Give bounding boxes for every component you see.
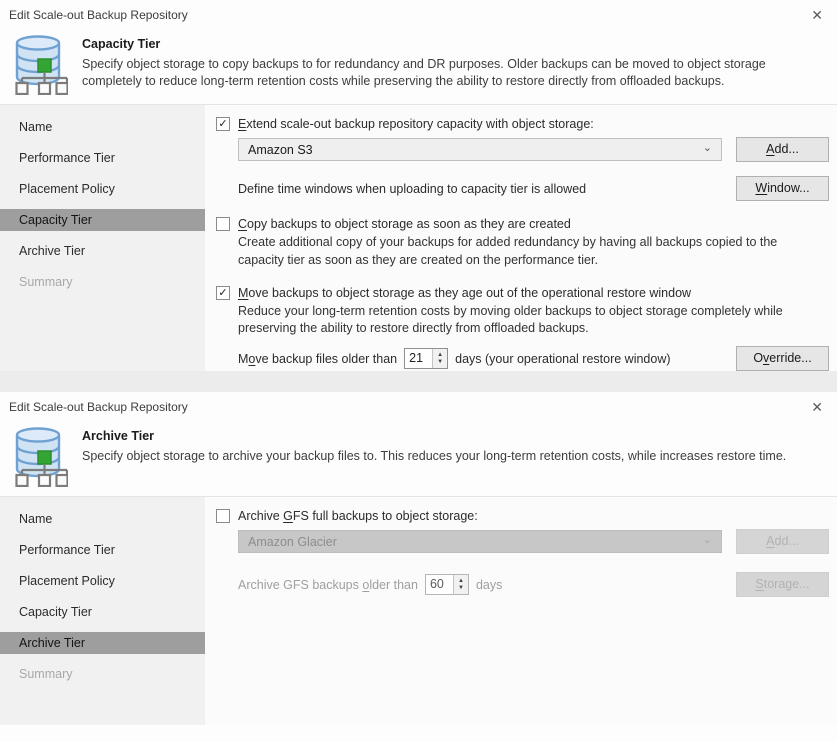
move-days-label: Move backup files older than (238, 352, 397, 366)
override-button[interactable]: Override... (736, 346, 829, 371)
chevron-down-icon: ⌄ (703, 141, 712, 154)
archive-days-value: 60 (426, 575, 453, 594)
sidebar-item-summary: Summary (0, 663, 205, 685)
add-button[interactable]: Add... (736, 137, 829, 162)
copy-backups-description: Create additional copy of your backups f… (216, 234, 806, 270)
object-storage-value: Amazon S3 (248, 143, 313, 157)
archive-days-label: Archive GFS backups older than (238, 578, 418, 592)
extend-capacity-checkbox-row[interactable]: ✓ Extend scale-out backup repository cap… (216, 117, 829, 131)
wizard-header: Capacity Tier Specify object storage to … (0, 30, 837, 104)
extend-capacity-checkbox[interactable]: ✓ (216, 117, 230, 131)
move-backups-description: Reduce your long-term retention costs by… (216, 303, 806, 339)
wizard-header: Archive Tier Specify object storage to a… (0, 422, 837, 496)
capacity-tier-panel: ✓ Extend scale-out backup repository cap… (205, 105, 837, 371)
step-title: Capacity Tier (82, 37, 823, 51)
move-days-stepper[interactable]: 21 ▲ ▼ (404, 348, 448, 369)
archive-storage-select: Amazon Glacier ⌄ (238, 530, 722, 553)
sidebar-item-capacity-tier[interactable]: Capacity Tier (0, 209, 205, 231)
scale-out-repository-icon (7, 425, 69, 487)
dialog-capacity-tier: Edit Scale-out Backup Repository ✕ Capac… (0, 0, 837, 392)
sidebar-item-name[interactable]: Name (0, 116, 205, 138)
sidebar-item-capacity-tier[interactable]: Capacity Tier (0, 601, 205, 623)
archive-storage-row: Amazon Glacier ⌄ Add... (216, 529, 829, 554)
sidebar-item-performance-tier[interactable]: Performance Tier (0, 539, 205, 561)
move-backups-label: Move backups to object storage as they a… (238, 286, 691, 300)
move-days-suffix: days (your operational restore window) (455, 352, 670, 366)
sidebar-item-name[interactable]: Name (0, 508, 205, 530)
copy-backups-label: Copy backups to object storage as soon a… (238, 217, 571, 231)
move-days-row: Move backup files older than 21 ▲ ▼ days… (216, 346, 829, 371)
time-windows-label: Define time windows when uploading to ca… (238, 182, 586, 196)
titlebar: Edit Scale-out Backup Repository ✕ (0, 392, 837, 422)
close-icon[interactable]: ✕ (809, 7, 825, 24)
storage-button: Storage... (736, 572, 829, 597)
extend-capacity-label: Extend scale-out backup repository capac… (238, 117, 594, 131)
copy-backups-checkbox[interactable] (216, 217, 230, 231)
scale-out-repository-icon (7, 33, 69, 95)
step-title: Archive Tier (82, 429, 786, 443)
step-description: Specify object storage to copy backups t… (82, 56, 823, 91)
sidebar-item-placement-policy[interactable]: Placement Policy (0, 178, 205, 200)
sidebar-item-archive-tier[interactable]: Archive Tier (0, 240, 205, 262)
spin-up-icon: ▲ (458, 578, 464, 585)
footer-strip (0, 371, 837, 393)
sidebar-item-placement-policy[interactable]: Placement Policy (0, 570, 205, 592)
spin-up-icon[interactable]: ▲ (437, 352, 443, 359)
sidebar-item-performance-tier[interactable]: Performance Tier (0, 147, 205, 169)
sidebar-item-summary: Summary (0, 271, 205, 293)
chevron-down-icon: ⌄ (703, 533, 712, 546)
wizard-steps-sidebar: Name Performance Tier Placement Policy C… (0, 497, 205, 725)
move-backups-checkbox[interactable]: ✓ (216, 286, 230, 300)
window-title: Edit Scale-out Backup Repository (9, 400, 188, 414)
add-button: Add... (736, 529, 829, 554)
dialog-archive-tier: Edit Scale-out Backup Repository ✕ Archi… (0, 392, 837, 742)
archive-days-stepper: 60 ▲ ▼ (425, 574, 469, 595)
close-icon[interactable]: ✕ (809, 399, 825, 416)
archive-gfs-checkbox[interactable] (216, 509, 230, 523)
move-backups-checkbox-row[interactable]: ✓ Move backups to object storage as they… (216, 286, 829, 300)
object-storage-select[interactable]: Amazon S3 ⌄ (238, 138, 722, 161)
window-button[interactable]: Window... (736, 176, 829, 201)
archive-gfs-label: Archive GFS full backups to object stora… (238, 509, 478, 523)
archive-gfs-checkbox-row[interactable]: Archive GFS full backups to object stora… (216, 509, 829, 523)
window-title: Edit Scale-out Backup Repository (9, 8, 188, 22)
archive-storage-value: Amazon Glacier (248, 535, 337, 549)
stepper-arrows[interactable]: ▲ ▼ (432, 349, 447, 368)
wizard-steps-sidebar: Name Performance Tier Placement Policy C… (0, 105, 205, 371)
time-windows-row: Define time windows when uploading to ca… (216, 176, 829, 201)
spin-down-icon: ▼ (458, 585, 464, 592)
sidebar-item-archive-tier[interactable]: Archive Tier (0, 632, 205, 654)
object-storage-row: Amazon S3 ⌄ Add... (216, 137, 829, 162)
archive-days-suffix: days (476, 578, 502, 592)
archive-days-row: Archive GFS backups older than 60 ▲ ▼ da… (216, 572, 829, 597)
move-days-value[interactable]: 21 (405, 349, 432, 368)
step-description: Specify object storage to archive your b… (82, 448, 786, 465)
titlebar: Edit Scale-out Backup Repository ✕ (0, 0, 837, 30)
archive-tier-panel: Archive GFS full backups to object stora… (205, 497, 837, 725)
stepper-arrows: ▲ ▼ (453, 575, 468, 594)
copy-backups-checkbox-row[interactable]: Copy backups to object storage as soon a… (216, 217, 829, 231)
spin-down-icon[interactable]: ▼ (437, 359, 443, 366)
